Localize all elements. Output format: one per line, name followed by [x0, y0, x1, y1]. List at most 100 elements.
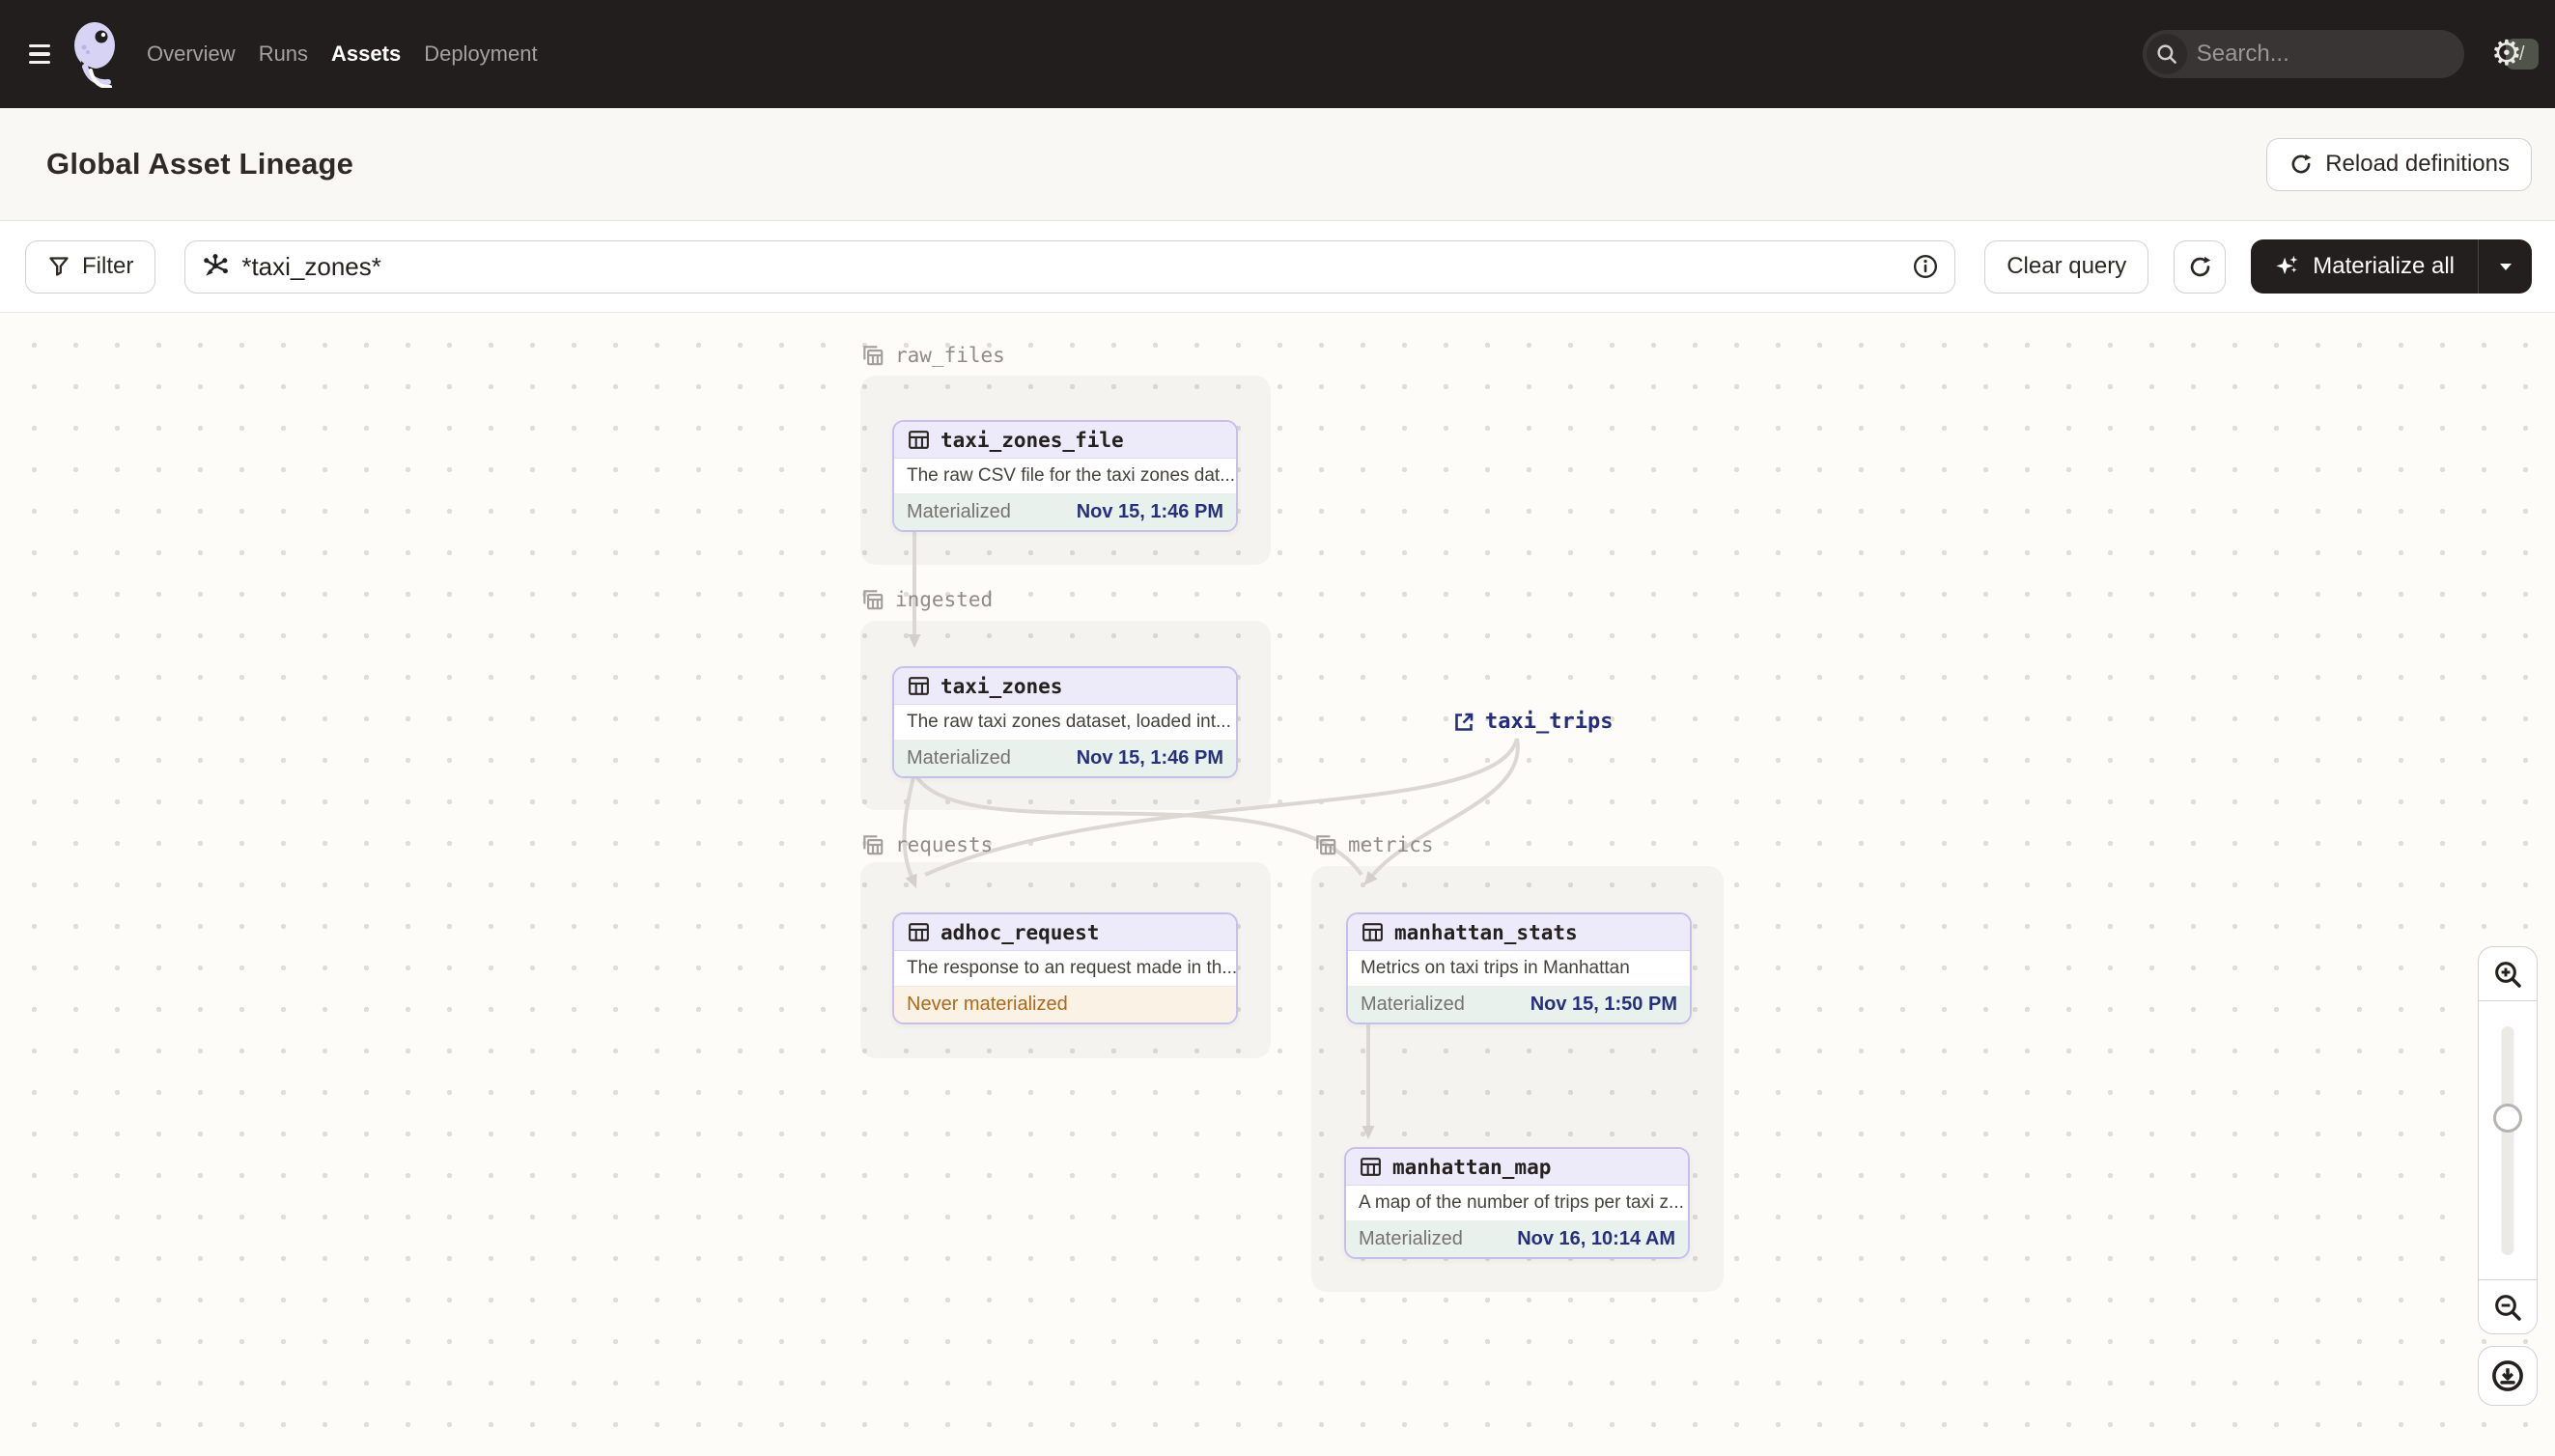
navbar-right: / ⚙ [2142, 30, 2539, 78]
status-timestamp[interactable]: Nov 15, 1:46 PM [1077, 747, 1223, 770]
materialize-all-button[interactable]: Materialize all [2251, 239, 2478, 294]
asset-description: A map of the number of trips per taxi z.… [1346, 1186, 1688, 1220]
clear-query-button[interactable]: Clear query [1984, 239, 2149, 294]
sparkle-icon [2276, 255, 2298, 275]
table-icon [909, 677, 929, 695]
zoom-controls [2478, 946, 2538, 1406]
asset-name: manhattan_map [1392, 1155, 1552, 1179]
graph-query-icon [204, 254, 229, 276]
zoom-out-button[interactable] [2478, 1279, 2538, 1334]
group-name: ingested [895, 588, 994, 611]
table-icon [909, 923, 929, 941]
toolbar-actions: Clear query Materialize all [1984, 239, 2532, 294]
status-label: Never materialized [907, 994, 1068, 1015]
status-timestamp[interactable]: Nov 15, 1:46 PM [1077, 501, 1223, 523]
global-search[interactable]: / [2142, 30, 2539, 78]
nav-item-runs[interactable]: Runs [259, 42, 308, 67]
asset-query-box[interactable] [184, 239, 1956, 294]
group-table-icon [863, 346, 884, 366]
materialize-all-label: Materialize all [2313, 253, 2455, 279]
refresh-graph-button[interactable] [2174, 239, 2227, 294]
filter-button[interactable]: Filter [25, 239, 156, 294]
group-table-icon [863, 835, 884, 855]
asset-name: taxi_zones [941, 674, 1063, 698]
asset-name: taxi_zones_file [941, 428, 1124, 452]
clear-query-label: Clear query [2007, 253, 2127, 279]
table-icon [1362, 923, 1383, 941]
zoom-slider-handle[interactable] [2493, 1104, 2522, 1133]
zoom-slider-track[interactable] [2501, 1026, 2514, 1255]
primary-nav: Overview Runs Assets Deployment [147, 42, 538, 67]
nav-item-overview[interactable]: Overview [147, 42, 236, 67]
materialize-all-split-button: Materialize all [2251, 239, 2532, 294]
nav-item-deployment[interactable]: Deployment [424, 42, 537, 67]
dagster-global-asset-lineage-screen: Overview Runs Assets Deployment / ⚙ Glob… [0, 0, 2555, 1456]
page-header: Global Asset Lineage Reload definitions [0, 108, 2555, 221]
status-timestamp[interactable]: Nov 16, 10:14 AM [1517, 1228, 1675, 1250]
zoom-slider[interactable] [2478, 1001, 2538, 1279]
recenter-download-icon [2492, 1360, 2523, 1391]
external-asset-name: taxi_trips [1485, 710, 1614, 734]
materialize-options-dropdown[interactable] [2478, 239, 2532, 294]
status-label: Materialized [1361, 994, 1465, 1015]
asset-node-header: manhattan_stats [1348, 914, 1690, 951]
asset-description: The raw taxi zones dataset, loaded int..… [894, 705, 1236, 740]
group-label-raw-files[interactable]: raw_files [860, 343, 1005, 368]
status-timestamp[interactable]: Nov 15, 1:50 PM [1530, 994, 1677, 1016]
group-label-ingested[interactable]: ingested [860, 587, 993, 612]
asset-status-row: Never materialized [894, 986, 1236, 1022]
asset-node-taxi-zones-file[interactable]: taxi_zones_file The raw CSV file for the… [892, 420, 1238, 532]
group-label-requests[interactable]: requests [860, 832, 993, 857]
lineage-toolbar: Filter *taxi_zones* Clear query Material… [0, 221, 2555, 313]
page-title: Global Asset Lineage [46, 147, 354, 181]
asset-node-adhoc-request[interactable]: adhoc_request The response to an request… [892, 912, 1238, 1024]
status-label: Materialized [907, 747, 1011, 769]
asset-node-header: taxi_zones [894, 668, 1236, 705]
asset-description: The response to an request made in th... [894, 951, 1236, 986]
group-name: raw_files [895, 344, 1005, 367]
search-icon-wrap [2146, 34, 2187, 74]
external-link-icon [1455, 713, 1474, 731]
recenter-view-button[interactable] [2478, 1346, 2538, 1406]
search-icon [2157, 44, 2176, 64]
asset-name: manhattan_stats [1394, 920, 1578, 944]
asset-selection-input[interactable] [241, 251, 1901, 282]
dagster-octopus-logo[interactable] [71, 20, 120, 88]
asset-status-row: Materialized Nov 15, 1:46 PM [894, 493, 1236, 530]
hamburger-menu-icon[interactable] [29, 44, 50, 64]
asset-status-row: Materialized Nov 15, 1:50 PM [1348, 986, 1690, 1022]
asset-node-header: taxi_zones_file [894, 422, 1236, 459]
reload-definitions-button[interactable]: Reload definitions [2266, 137, 2532, 191]
asset-description: Metrics on taxi trips in Manhattan [1348, 951, 1690, 986]
asset-node-taxi-zones[interactable]: taxi_zones The raw taxi zones dataset, l… [892, 666, 1238, 778]
asset-description: The raw CSV file for the taxi zones dat.… [894, 459, 1236, 493]
group-label-metrics[interactable]: metrics [1313, 832, 1434, 857]
group-name: requests [895, 833, 994, 856]
refresh-icon [2291, 154, 2312, 174]
zoom-in-icon [2495, 961, 2521, 988]
zoom-out-icon [2495, 1294, 2521, 1321]
info-icon[interactable] [1912, 253, 1939, 280]
gear-icon[interactable]: ⚙ [2491, 37, 2522, 71]
asset-node-manhattan-map[interactable]: manhattan_map A map of the number of tri… [1344, 1147, 1690, 1259]
filter-label: Filter [82, 253, 134, 279]
zoom-in-button[interactable] [2478, 946, 2538, 1001]
refresh-icon [2190, 256, 2211, 276]
group-table-icon [1316, 835, 1336, 855]
table-icon [1361, 1158, 1381, 1176]
chevron-down-icon [2499, 263, 2512, 270]
asset-node-header: adhoc_request [894, 914, 1236, 951]
external-asset-taxi-trips[interactable]: taxi_trips [1452, 710, 1613, 734]
reload-definitions-label: Reload definitions [2325, 151, 2510, 177]
search-input[interactable] [2186, 41, 2506, 68]
lineage-edges [902, 528, 1520, 1139]
group-name: metrics [1348, 833, 1434, 856]
nav-item-assets[interactable]: Assets [331, 42, 401, 67]
asset-node-header: manhattan_map [1346, 1149, 1688, 1186]
lineage-graph-canvas[interactable]: raw_files ingested requests metrics taxi… [0, 313, 2555, 1456]
top-navbar: Overview Runs Assets Deployment / ⚙ [0, 0, 2555, 108]
asset-node-manhattan-stats[interactable]: manhattan_stats Metrics on taxi trips in… [1346, 912, 1692, 1024]
status-label: Materialized [907, 501, 1011, 522]
filter-funnel-icon [49, 257, 69, 276]
group-table-icon [863, 590, 884, 610]
